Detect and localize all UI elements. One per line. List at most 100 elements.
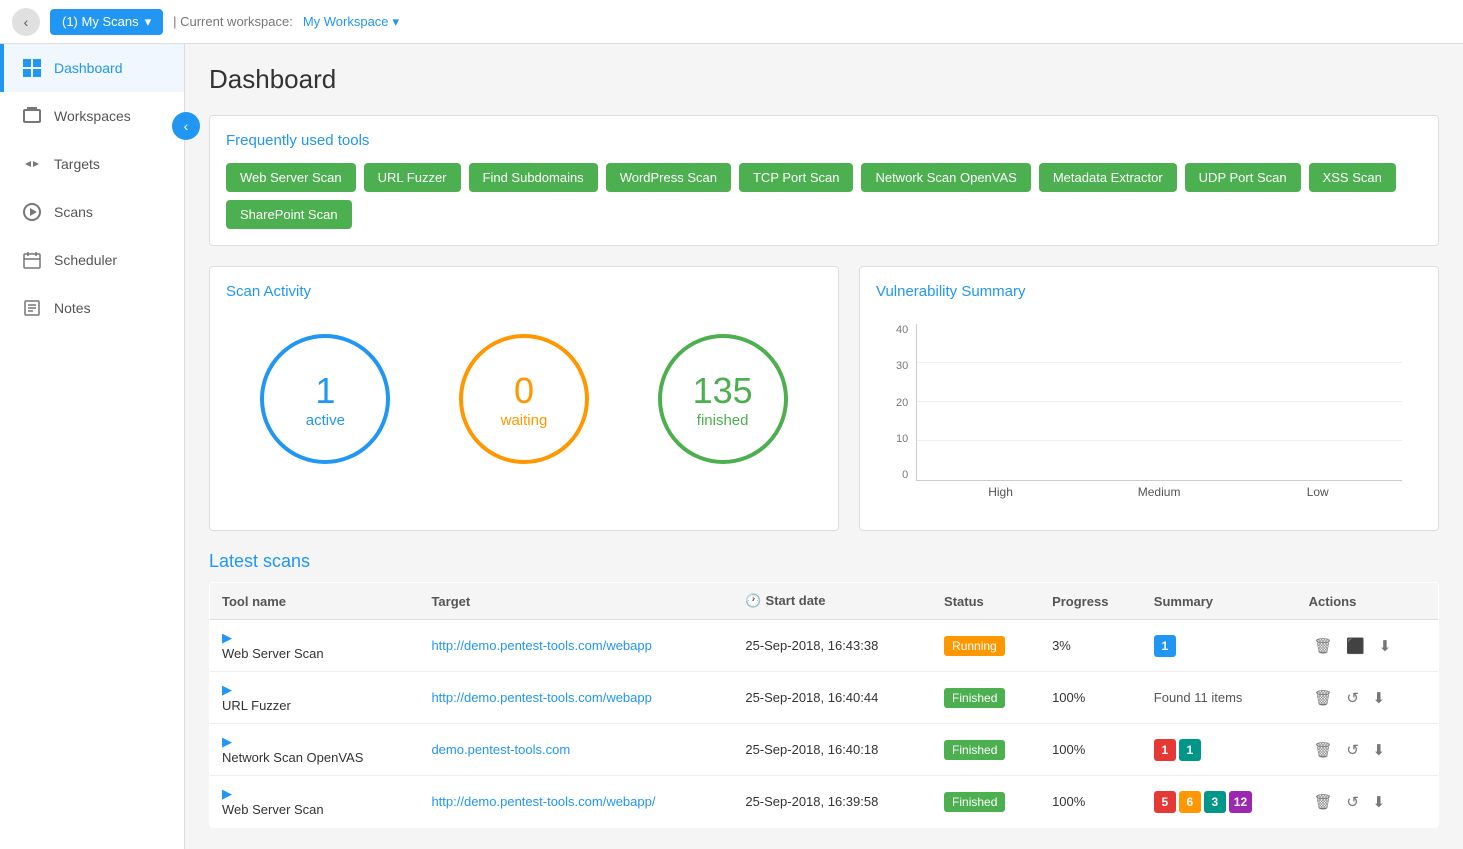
sidebar-item-dashboard[interactable]: Dashboard: [0, 44, 184, 92]
download-button[interactable]: ⬇: [1368, 791, 1391, 813]
summary-badges: 1 1: [1154, 739, 1285, 761]
waiting-circle-wrap: 0 waiting: [459, 334, 589, 464]
sidebar-collapse-button[interactable]: ‹: [172, 112, 200, 140]
tools-grid: Web Server Scan URL Fuzzer Find Subdomai…: [226, 163, 1422, 229]
cell-summary: 5 6 3 12: [1142, 776, 1297, 828]
waiting-count: 0: [514, 370, 534, 412]
sidebar-item-targets[interactable]: Targets: [0, 140, 184, 188]
tool-sharepoint-scan[interactable]: SharePoint Scan: [226, 200, 352, 229]
x-label-high: High: [946, 485, 1055, 499]
tool-metadata-extractor[interactable]: Metadata Extractor: [1039, 163, 1177, 192]
cell-status: Finished: [932, 724, 1040, 776]
table-row: ▶ Web Server Scan http://demo.pentest-to…: [210, 776, 1439, 828]
tool-name-link[interactable]: Web Server Scan: [222, 802, 407, 817]
y-label-20: 20: [896, 397, 908, 409]
col-progress: Progress: [1040, 583, 1142, 620]
summary-badges: 5 6 3 12: [1154, 791, 1285, 813]
cell-actions: 🗑 ↺ ⬇: [1297, 776, 1439, 828]
target-link[interactable]: http://demo.pentest-tools.com/webapp: [431, 638, 651, 653]
cell-summary: Found 11 items: [1142, 672, 1297, 724]
delete-button[interactable]: 🗑: [1309, 739, 1338, 761]
workspace-chevron-icon: ▾: [393, 14, 400, 30]
tool-name-link[interactable]: URL Fuzzer: [222, 698, 407, 713]
y-label-30: 30: [896, 360, 908, 372]
cell-date: 25-Sep-2018, 16:40:18: [733, 724, 932, 776]
scan-selector-button[interactable]: (1) My Scans ▾: [50, 9, 163, 35]
tool-url-fuzzer[interactable]: URL Fuzzer: [364, 163, 461, 192]
cell-actions: 🗑 ↺ ⬇: [1297, 724, 1439, 776]
x-label-medium: Medium: [1105, 485, 1214, 499]
sidebar-item-workspaces[interactable]: Workspaces: [0, 92, 184, 140]
active-label: active: [306, 412, 345, 429]
notes-icon: [22, 298, 42, 318]
tool-find-subdomains[interactable]: Find Subdomains: [469, 163, 598, 192]
status-badge: Finished: [944, 688, 1005, 708]
latest-scans-title: Latest scans: [209, 551, 1439, 572]
main-layout: ‹ Dashboard Workspaces Targets Scans: [0, 44, 1463, 849]
waiting-label: waiting: [501, 412, 548, 429]
cell-date: 25-Sep-2018, 16:39:58: [733, 776, 932, 828]
cell-progress: 3%: [1040, 620, 1142, 672]
tool-network-scan-openvas[interactable]: Network Scan OpenVAS: [861, 163, 1030, 192]
table-header-row: Tool name Target 🕐Start date Status Prog…: [210, 583, 1439, 620]
active-circle: 1 active: [260, 334, 390, 464]
tool-wordpress-scan[interactable]: WordPress Scan: [606, 163, 731, 192]
nav-back-button[interactable]: ‹: [12, 8, 40, 36]
cell-target: http://demo.pentest-tools.com/webapp/: [419, 776, 733, 828]
workspace-link[interactable]: My Workspace ▾: [303, 14, 399, 30]
target-link[interactable]: http://demo.pentest-tools.com/webapp/: [431, 794, 655, 809]
tool-xss-scan[interactable]: XSS Scan: [1309, 163, 1396, 192]
target-link[interactable]: http://demo.pentest-tools.com/webapp: [431, 690, 651, 705]
download-button[interactable]: ⬇: [1374, 635, 1397, 657]
download-button[interactable]: ⬇: [1368, 687, 1391, 709]
cell-tool: ▶ Web Server Scan: [210, 620, 420, 672]
sidebar-item-notes[interactable]: Notes: [0, 284, 184, 332]
tool-name-link[interactable]: Web Server Scan: [222, 646, 407, 661]
summary-badge-purple: 12: [1229, 791, 1252, 813]
sidebar-item-scans[interactable]: Scans: [0, 188, 184, 236]
tools-section-title: Frequently used tools: [226, 132, 1422, 149]
scheduler-icon: [22, 250, 42, 270]
cell-status: Finished: [932, 672, 1040, 724]
cell-date: 25-Sep-2018, 16:40:44: [733, 672, 932, 724]
tool-name-link[interactable]: Network Scan OpenVAS: [222, 750, 407, 765]
sidebar: ‹ Dashboard Workspaces Targets Scans: [0, 44, 185, 849]
finished-label: finished: [697, 412, 749, 429]
chevron-down-icon: ▾: [145, 14, 152, 30]
target-link[interactable]: demo.pentest-tools.com: [431, 742, 570, 757]
rerun-button[interactable]: ↺: [1341, 739, 1364, 761]
sidebar-targets-label: Targets: [54, 156, 100, 172]
y-label-10: 10: [896, 433, 908, 445]
rerun-button[interactable]: ↺: [1341, 687, 1364, 709]
activity-vuln-row: Scan Activity 1 active 0 waiting: [209, 266, 1439, 531]
status-badge: Running: [944, 636, 1005, 656]
table-row: ▶ Network Scan OpenVAS demo.pentest-tool…: [210, 724, 1439, 776]
tool-tcp-port-scan[interactable]: TCP Port Scan: [739, 163, 853, 192]
col-start-date: 🕐Start date: [733, 583, 932, 620]
cell-tool: ▶ Web Server Scan: [210, 776, 420, 828]
waiting-circle: 0 waiting: [459, 334, 589, 464]
col-target: Target: [419, 583, 733, 620]
stop-button[interactable]: ⬛: [1341, 635, 1370, 657]
dashboard-icon: [22, 58, 42, 78]
rerun-button[interactable]: ↺: [1341, 791, 1364, 813]
tool-web-server-scan[interactable]: Web Server Scan: [226, 163, 356, 192]
cell-tool: ▶ Network Scan OpenVAS: [210, 724, 420, 776]
delete-button[interactable]: 🗑: [1309, 791, 1338, 813]
delete-button[interactable]: 🗑: [1309, 635, 1338, 657]
tool-udp-port-scan[interactable]: UDP Port Scan: [1185, 163, 1301, 192]
status-badge: Finished: [944, 792, 1005, 812]
vulnerability-summary-card: Vulnerability Summary 40 30 20 10 0: [859, 266, 1439, 531]
delete-button[interactable]: 🗑: [1309, 687, 1338, 709]
cell-summary: 1: [1142, 620, 1297, 672]
targets-icon: [22, 154, 42, 174]
col-actions: Actions: [1297, 583, 1439, 620]
download-button[interactable]: ⬇: [1368, 739, 1391, 761]
summary-badge-red: 1: [1154, 739, 1176, 761]
summary-badges: 1: [1154, 635, 1285, 657]
sidebar-item-scheduler[interactable]: Scheduler: [0, 236, 184, 284]
workspace-prefix: | Current workspace:: [173, 14, 293, 29]
finished-circle: 135 finished: [658, 334, 788, 464]
cell-progress: 100%: [1040, 776, 1142, 828]
cell-status: Running: [932, 620, 1040, 672]
